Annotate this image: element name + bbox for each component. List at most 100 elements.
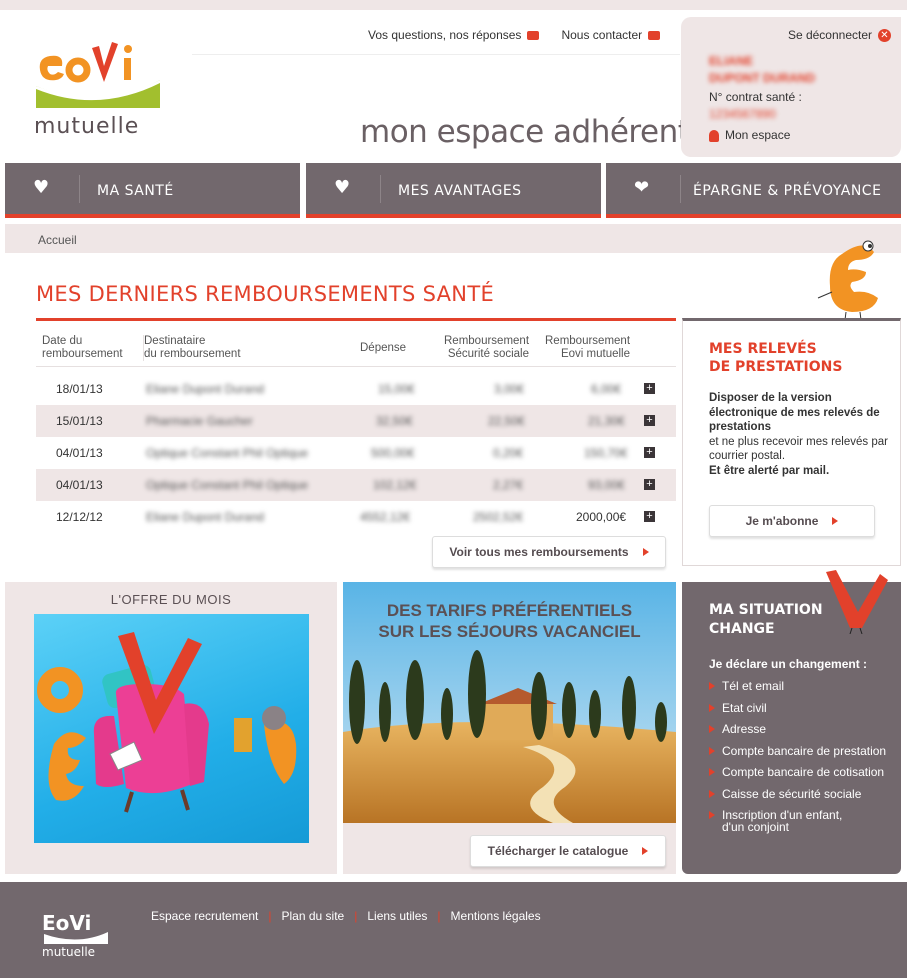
offer-title: L'OFFRE DU MOIS [110,592,232,607]
table-row: 04/01/13 Optique Constant Phil Optique 5… [36,437,676,469]
table-row: 04/01/13 Optique Constant Phil Optique 1… [36,469,676,501]
col-date: Date du remboursement [42,335,123,360]
logout-label: Se déconnecter [787,28,872,42]
subscribe-button[interactable]: Je m'abonne [709,505,875,537]
row-dest: Pharmacie Gaucher [146,414,253,428]
logout-link[interactable]: Se déconnecter ✕ [787,28,891,43]
releves-panel: MES RELEVÉS DE PRESTATIONS Disposer de la… [682,318,901,566]
faq-link[interactable]: Vos questions, nos réponses [368,28,540,42]
breadcrumb: Accueil [5,224,901,253]
contact-link-label: Nous contacter [561,28,643,42]
my-space-link[interactable]: Mon espace [709,128,790,142]
hands-heart-icon: ❤ [634,177,650,198]
offer-panel[interactable]: L'OFFRE DU MOIS [5,582,337,874]
row-secu: 22,50€ [488,414,525,428]
link-tel-email[interactable]: Tél et email [709,680,886,692]
vacation-title: DES TARIFS PRÉFÉRENTIELS SUR LES SÉJOURS … [378,601,641,641]
row-dest: Optique Constant Phil Optique [146,446,309,460]
nav-label: ÉPARGNE & PRÉVOYANCE [693,183,882,199]
nav-label: MES AVANTAGES [398,183,522,199]
see-all-reimbursements-button[interactable]: Voir tous mes remboursements [432,536,666,568]
link-caisse-secu[interactable]: Caisse de sécurité sociale [709,788,886,800]
col-depense: Dépense [360,342,407,354]
row-dest: Eliane Dupont Durand [146,382,265,396]
arrow-right-icon [642,548,649,556]
row-eovi: 2000,00€ [576,510,627,524]
row-depense: 500,00€ [371,446,415,460]
link-inscription-enfant[interactable]: Inscription d'un enfant, d'un conjoint [709,809,886,833]
envelope-icon [648,31,661,41]
offer-illustration[interactable] [34,614,309,843]
situation-title: MA SITUATION CHANGE [709,602,823,637]
row-date: 04/01/13 [56,478,103,492]
nav-label: MA SANTÉ [97,183,174,199]
row-date: 15/01/13 [56,414,103,428]
row-eovi: 93,00€ [588,478,625,492]
releves-title: MES RELEVÉS DE PRESTATIONS [709,341,843,375]
link-adresse[interactable]: Adresse [709,723,886,735]
user-first-name: ELIANE [709,54,754,68]
link-compte-cotisation[interactable]: Compte bancaire de cotisation [709,766,886,778]
col-secu: Remboursement Sécurité sociale [444,335,530,360]
expand-plus-icon[interactable]: + [644,447,655,458]
expand-plus-icon[interactable]: + [644,479,655,490]
header-divider [192,54,680,55]
arrow-right-icon [832,517,839,525]
svg-text:EoVi: EoVi [42,911,91,935]
vacation-offer-panel[interactable]: DES TARIFS PRÉFÉRENTIELS SUR LES SÉJOURS … [343,582,676,874]
contract-label: N° contrat santé : [709,90,802,104]
nav-separator [680,175,681,203]
row-dest: Eliane Dupont Durand [146,510,265,524]
row-eovi: 21,30€ [588,414,625,428]
contact-link[interactable]: Nous contacter [561,28,661,42]
table-row: 18/01/13 Eliane Dupont Durand 15,00€ 3,0… [36,373,676,405]
link-compte-prestation[interactable]: Compte bancaire de prestation [709,745,886,757]
nav-ma-sante[interactable]: ♥ MA SANTÉ [5,163,300,218]
row-depense: 15,00€ [378,382,415,396]
user-icon [709,129,719,142]
row-date: 12/12/12 [56,510,103,524]
footer-link-liens[interactable]: Liens utiles [367,909,427,923]
row-eovi: 150,70€ [584,446,628,460]
col-eovi: Remboursement Eovi mutuelle [545,335,631,360]
table-row: 12/12/12 Eliane Dupont Durand 4552,12€ 2… [36,501,676,533]
row-date: 04/01/13 [56,446,103,460]
releves-text: Disposer de la version électronique de m… [709,392,888,477]
top-links: Vos questions, nos réponses Nous contact… [368,28,661,42]
expand-plus-icon[interactable]: + [644,383,655,394]
user-last-name: DUPONT DURAND [709,71,815,85]
expand-plus-icon[interactable]: + [644,511,655,522]
footer-logo[interactable]: EoVi mutuelle [38,900,118,960]
footer-link-plan[interactable]: Plan du site [282,909,345,923]
page-title: mon espace adhérent [360,114,690,150]
arrow-right-icon [642,847,649,855]
nav-mes-avantages[interactable]: ♥ MES AVANTAGES [306,163,601,218]
breadcrumb-home[interactable]: Accueil [38,233,77,247]
row-eovi: 6,00€ [591,382,622,396]
see-all-label: Voir tous mes remboursements [449,545,629,559]
my-space-label: Mon espace [725,128,791,142]
footer-link-mentions[interactable]: Mentions légales [451,909,541,923]
tuscany-landscape-image[interactable]: DES TARIFS PRÉFÉRENTIELS SUR LES SÉJOURS … [343,582,676,823]
table-header: Date du remboursement Destinataire du remb… [36,321,676,367]
heart-plus-icon: ♥ [334,177,351,198]
reimbursements-table: Date du remboursement Destinataire du remb… [36,318,676,533]
mascot-v-illustration [826,570,888,634]
svg-text:mutuelle: mutuelle [42,945,95,959]
footer-links: Espace recrutement | Plan du site | Liens … [151,909,541,923]
download-catalog-button[interactable]: Télécharger le catalogue [470,835,666,867]
heart-pulse-icon: ♥ [33,177,50,198]
footer-link-recrutement[interactable]: Espace recrutement [151,909,258,923]
row-depense: 4552,12€ [360,510,411,524]
footer: EoVi mutuelle Espace recrutement | Plan d… [0,882,907,978]
link-etat-civil[interactable]: Etat civil [709,702,886,714]
chat-bubble-icon [527,31,540,41]
row-secu: 2502,52€ [473,510,524,524]
nav-epargne-prevoyance[interactable]: ❤ ÉPARGNE & PRÉVOYANCE [606,163,901,218]
top-band [0,0,907,10]
eovi-logo[interactable]: mutuelle [32,36,172,141]
download-catalog-label: Télécharger le catalogue [487,844,629,858]
expand-plus-icon[interactable]: + [644,415,655,426]
user-panel: Se déconnecter ✕ ELIANE DUPONT DURAND N° … [681,17,901,157]
row-secu: 3,00€ [494,382,525,396]
